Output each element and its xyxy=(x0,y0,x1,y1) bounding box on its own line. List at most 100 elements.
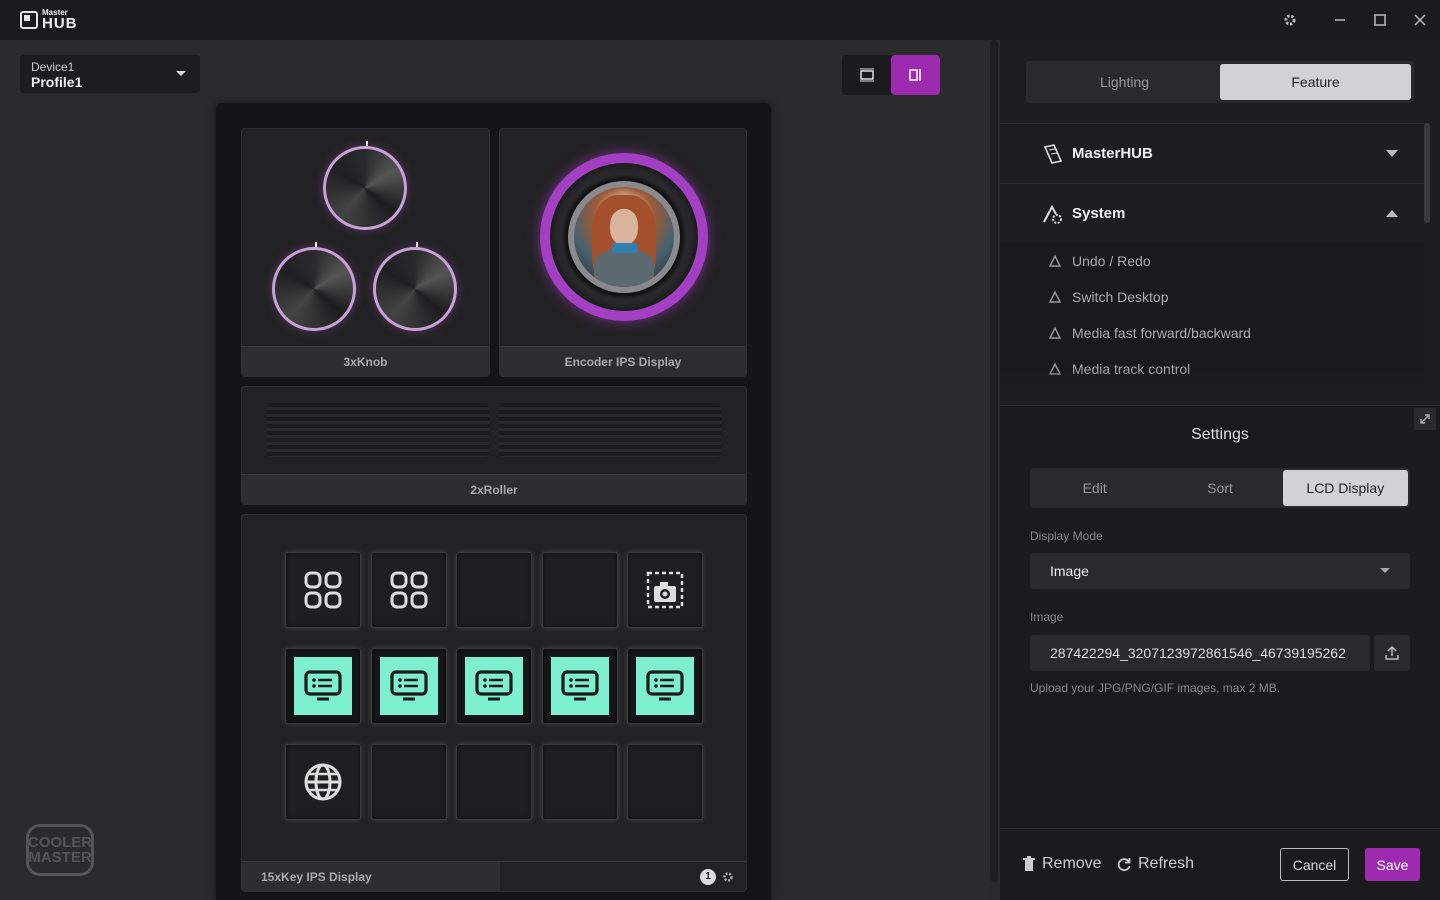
settings-title: Settings xyxy=(1191,426,1249,443)
close-icon[interactable] xyxy=(1408,8,1432,32)
tab-sort[interactable]: Sort xyxy=(1157,470,1282,506)
vertical-view-button[interactable] xyxy=(891,55,940,95)
canvas-scrollbar[interactable] xyxy=(990,40,998,882)
cancel-button[interactable]: Cancel xyxy=(1280,848,1349,881)
feature-list: MasterHUB System Undo / Redo Switch Desk… xyxy=(1000,123,1424,405)
knob-module[interactable]: 3xKnob xyxy=(241,128,490,377)
logo-big-text: HUB xyxy=(42,15,78,32)
refresh-icon xyxy=(1117,858,1131,872)
roller-module-label: 2xRoller xyxy=(242,474,746,504)
key-2[interactable] xyxy=(370,552,447,628)
profile-name: Profile1 xyxy=(31,74,83,90)
system-action-icon xyxy=(1048,254,1062,267)
category-system[interactable]: System xyxy=(1000,183,1424,243)
knob-1[interactable] xyxy=(323,146,407,230)
display-icon xyxy=(560,669,600,703)
chevron-down-icon xyxy=(1386,150,1398,157)
roller-module[interactable]: 2xRoller xyxy=(241,386,747,505)
display-mode-select[interactable]: Image xyxy=(1030,553,1410,589)
minimize-icon[interactable] xyxy=(1328,8,1352,32)
image-file-field[interactable]: 287422294_3207123972861546_46739195262 xyxy=(1030,635,1370,671)
encoder-dial[interactable] xyxy=(540,153,708,321)
list-item[interactable]: Undo / Redo xyxy=(1000,243,1424,279)
key-14[interactable] xyxy=(541,744,618,820)
remove-button[interactable]: Remove xyxy=(1022,855,1102,873)
system-gear-icon xyxy=(1043,204,1062,224)
page-settings-gear-icon[interactable] xyxy=(722,871,734,883)
chevron-down-icon xyxy=(176,71,186,76)
key-display-face xyxy=(294,657,352,715)
tab-edit[interactable]: Edit xyxy=(1032,470,1157,506)
settings-panel: Settings Edit Sort LCD Display Display M… xyxy=(1000,405,1440,828)
cooler-master-logo: COOLER MASTER xyxy=(26,824,94,876)
list-item[interactable]: Switch Desktop xyxy=(1000,279,1424,315)
key-6[interactable] xyxy=(285,648,361,724)
encoder-module[interactable]: Encoder IPS Display xyxy=(499,128,747,377)
refresh-button[interactable]: Refresh xyxy=(1116,855,1194,873)
image-file-name: 287422294_3207123972861546_46739195262 xyxy=(1050,645,1346,661)
key-13[interactable] xyxy=(456,744,532,820)
knob-module-label: 3xKnob xyxy=(242,346,489,376)
upload-hint: Upload your JPG/PNG/GIF images, max 2 MB… xyxy=(1030,681,1281,695)
device-name: Device1 xyxy=(31,60,75,74)
tab-lcd-display[interactable]: LCD Display xyxy=(1282,470,1408,506)
knob-2[interactable] xyxy=(272,247,356,331)
key-8[interactable] xyxy=(456,648,532,724)
encoder-module-label: Encoder IPS Display xyxy=(500,346,746,376)
list-item-label: Switch Desktop xyxy=(1072,289,1169,305)
upload-icon xyxy=(1385,645,1399,660)
screenshot-camera-icon xyxy=(645,570,685,610)
display-icon xyxy=(474,669,514,703)
category-masterhub[interactable]: MasterHUB xyxy=(1000,123,1424,183)
encoder-display-image xyxy=(568,181,680,293)
list-item[interactable]: Media fast forward/backward xyxy=(1000,315,1424,351)
display-mode-value: Image xyxy=(1050,563,1089,579)
key-display-face xyxy=(379,657,438,715)
display-icon xyxy=(389,669,429,703)
keys-module-label: 15xKey IPS Display xyxy=(242,861,500,891)
action-bar: Remove Refresh Cancel Save xyxy=(1000,828,1440,900)
vertical-layout-icon xyxy=(908,69,921,81)
roller-1[interactable] xyxy=(267,403,489,457)
maximize-icon[interactable] xyxy=(1368,8,1392,32)
settings-gear-icon[interactable] xyxy=(1278,8,1302,32)
key-9[interactable] xyxy=(541,648,618,724)
tab-feature[interactable]: Feature xyxy=(1220,64,1411,100)
view-toggle xyxy=(842,55,940,95)
system-action-icon xyxy=(1048,290,1062,303)
key-3[interactable] xyxy=(456,552,532,628)
system-items: Undo / Redo Switch Desktop Media fast fo… xyxy=(1000,243,1424,387)
masterhub-device-icon xyxy=(1043,143,1063,164)
key-11[interactable] xyxy=(285,744,361,820)
display-mode-label: Display Mode xyxy=(1030,529,1103,543)
key-5[interactable] xyxy=(627,552,703,628)
key-10[interactable] xyxy=(627,648,703,724)
remove-label: Remove xyxy=(1042,855,1102,872)
chevron-down-icon xyxy=(1380,568,1390,573)
device-preview: 3xKnob Encoder IPS Display 2xRoller 15xK… xyxy=(216,103,771,900)
keys-module[interactable]: 15xKey IPS Display 1 xyxy=(241,514,747,892)
feature-list-scrollbar[interactable] xyxy=(1424,123,1430,223)
horizontal-view-button[interactable] xyxy=(842,55,891,95)
key-1[interactable] xyxy=(285,552,361,628)
category-label: System xyxy=(1072,205,1126,222)
tab-lighting[interactable]: Lighting xyxy=(1029,64,1220,100)
settings-tabs: Edit Sort LCD Display xyxy=(1030,468,1410,508)
grid-apps-icon xyxy=(303,570,343,610)
list-item-label: Undo / Redo xyxy=(1072,253,1151,269)
key-15[interactable] xyxy=(627,744,703,820)
save-button[interactable]: Save xyxy=(1365,848,1420,881)
roller-2[interactable] xyxy=(499,403,721,457)
knob-indicator xyxy=(366,141,368,146)
display-icon xyxy=(303,669,343,703)
profile-dropdown[interactable]: Device1 Profile1 xyxy=(20,55,200,93)
chevron-up-icon xyxy=(1386,210,1398,217)
page-number-badge[interactable]: 1 xyxy=(700,868,716,885)
key-4[interactable] xyxy=(541,552,618,628)
knob-3[interactable] xyxy=(373,247,457,331)
knob-indicator xyxy=(416,242,418,247)
upload-button[interactable] xyxy=(1374,635,1410,671)
category-label: MasterHUB xyxy=(1072,145,1153,162)
key-12[interactable] xyxy=(370,744,447,820)
key-7[interactable] xyxy=(370,648,447,724)
